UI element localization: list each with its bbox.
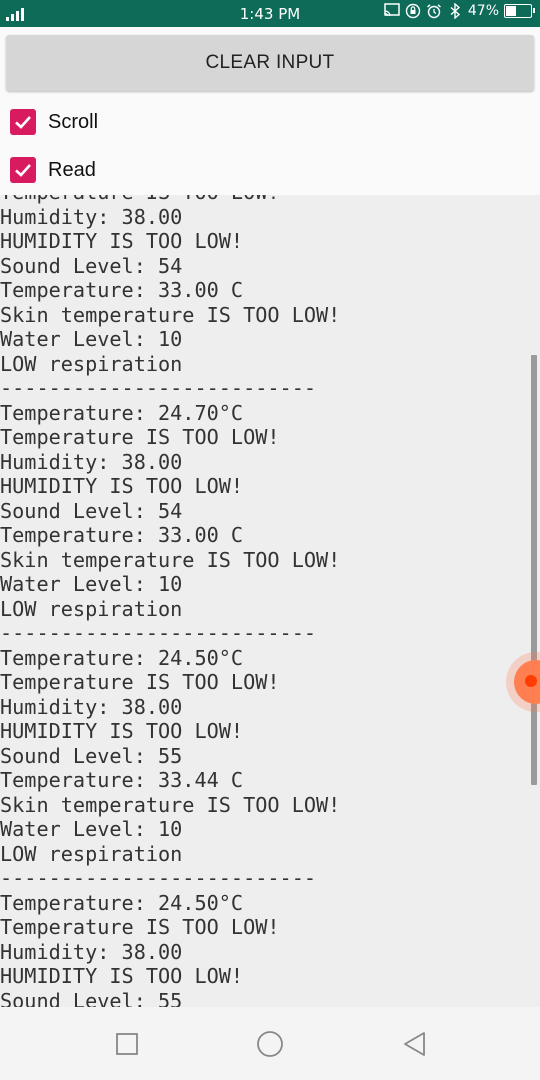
console-line: LOW respiration (0, 596, 183, 621)
console-line: Humidity: 38.00 (0, 939, 183, 964)
console-line: Water Level: 10 (0, 327, 183, 351)
console-line: Temperature: 33.00 C (0, 523, 244, 547)
console-line: HUMIDITY IS TOO LOW! (0, 229, 244, 253)
console-line: -------------------------- (0, 621, 317, 645)
battery-icon (504, 4, 535, 18)
clear-input-button[interactable]: CLEAR INPUT (6, 35, 534, 91)
console-line: Temperature IS TOO LOW! (0, 425, 280, 449)
console-line: Temperature: 33.44 C (0, 768, 244, 792)
console-line: Humidity: 38.00 (0, 694, 183, 719)
serial-output-console[interactable]: Temperature IS TOO LOW!Humidity: 38.00HU… (0, 195, 540, 1007)
controls-panel: CLEAR INPUT Scroll Read (0, 27, 540, 195)
console-line: Humidity: 38.00 (0, 204, 183, 229)
battery-percent: 47% (467, 3, 499, 19)
console-line: Skin temperature IS TOO LOW! (0, 302, 341, 327)
console-line: Temperature: 33.00 C (0, 278, 244, 302)
console-line: -------------------------- (0, 866, 317, 890)
console-line: Temperature IS TOO LOW! (0, 195, 340, 205)
scroll-grip-dot (525, 675, 537, 687)
console-line: HUMIDITY IS TOO LOW! (0, 964, 244, 988)
console-line: Temperature: 24.50°C (0, 890, 244, 915)
read-checkbox-label: Read (48, 158, 96, 181)
bluetooth-icon (447, 2, 463, 20)
home-icon[interactable] (255, 1029, 285, 1059)
console-line: LOW respiration (0, 351, 183, 376)
console-line: Temperature IS TOO LOW! (0, 915, 280, 939)
console-line: Humidity: 38.00 (0, 449, 183, 474)
console-line: Sound Level: 55 (0, 988, 183, 1008)
cast-icon (384, 3, 400, 19)
console-line: Water Level: 10 (0, 572, 183, 596)
read-checkbox-row[interactable]: Read (10, 157, 96, 183)
scroll-checkbox[interactable] (10, 109, 36, 135)
console-line: Temperature: 24.70°C (0, 400, 244, 425)
read-checkbox[interactable] (10, 157, 36, 183)
console-line: Skin temperature IS TOO LOW! (0, 792, 341, 817)
back-icon[interactable] (400, 1029, 430, 1059)
console-line: Skin temperature IS TOO LOW! (0, 547, 341, 572)
navigation-bar (0, 1007, 540, 1080)
console-line: Water Level: 10 (0, 817, 183, 841)
console-line: Sound Level: 55 (0, 743, 183, 768)
scroll-checkbox-label: Scroll (48, 110, 99, 133)
recents-icon[interactable] (112, 1029, 142, 1059)
console-line: Temperature IS TOO LOW! (0, 670, 280, 694)
alarm-icon (426, 3, 442, 19)
console-line: Temperature: 24.50°C (0, 645, 244, 670)
console-line: Sound Level: 54 (0, 498, 183, 523)
console-line: HUMIDITY IS TOO LOW! (0, 719, 244, 743)
console-scrollbar[interactable] (531, 355, 537, 785)
console-text: Temperature IS TOO LOW!Humidity: 38.00HU… (0, 195, 340, 1007)
status-bar: 1:43 PM 47% (0, 0, 540, 27)
scroll-checkbox-row[interactable]: Scroll (10, 109, 98, 135)
rotation-lock-icon (405, 3, 421, 19)
console-line: LOW respiration (0, 841, 183, 866)
console-line: -------------------------- (0, 376, 317, 400)
check-icon (15, 164, 31, 177)
check-icon (15, 116, 31, 129)
console-line: HUMIDITY IS TOO LOW! (0, 474, 244, 498)
console-line: Sound Level: 54 (0, 253, 183, 278)
